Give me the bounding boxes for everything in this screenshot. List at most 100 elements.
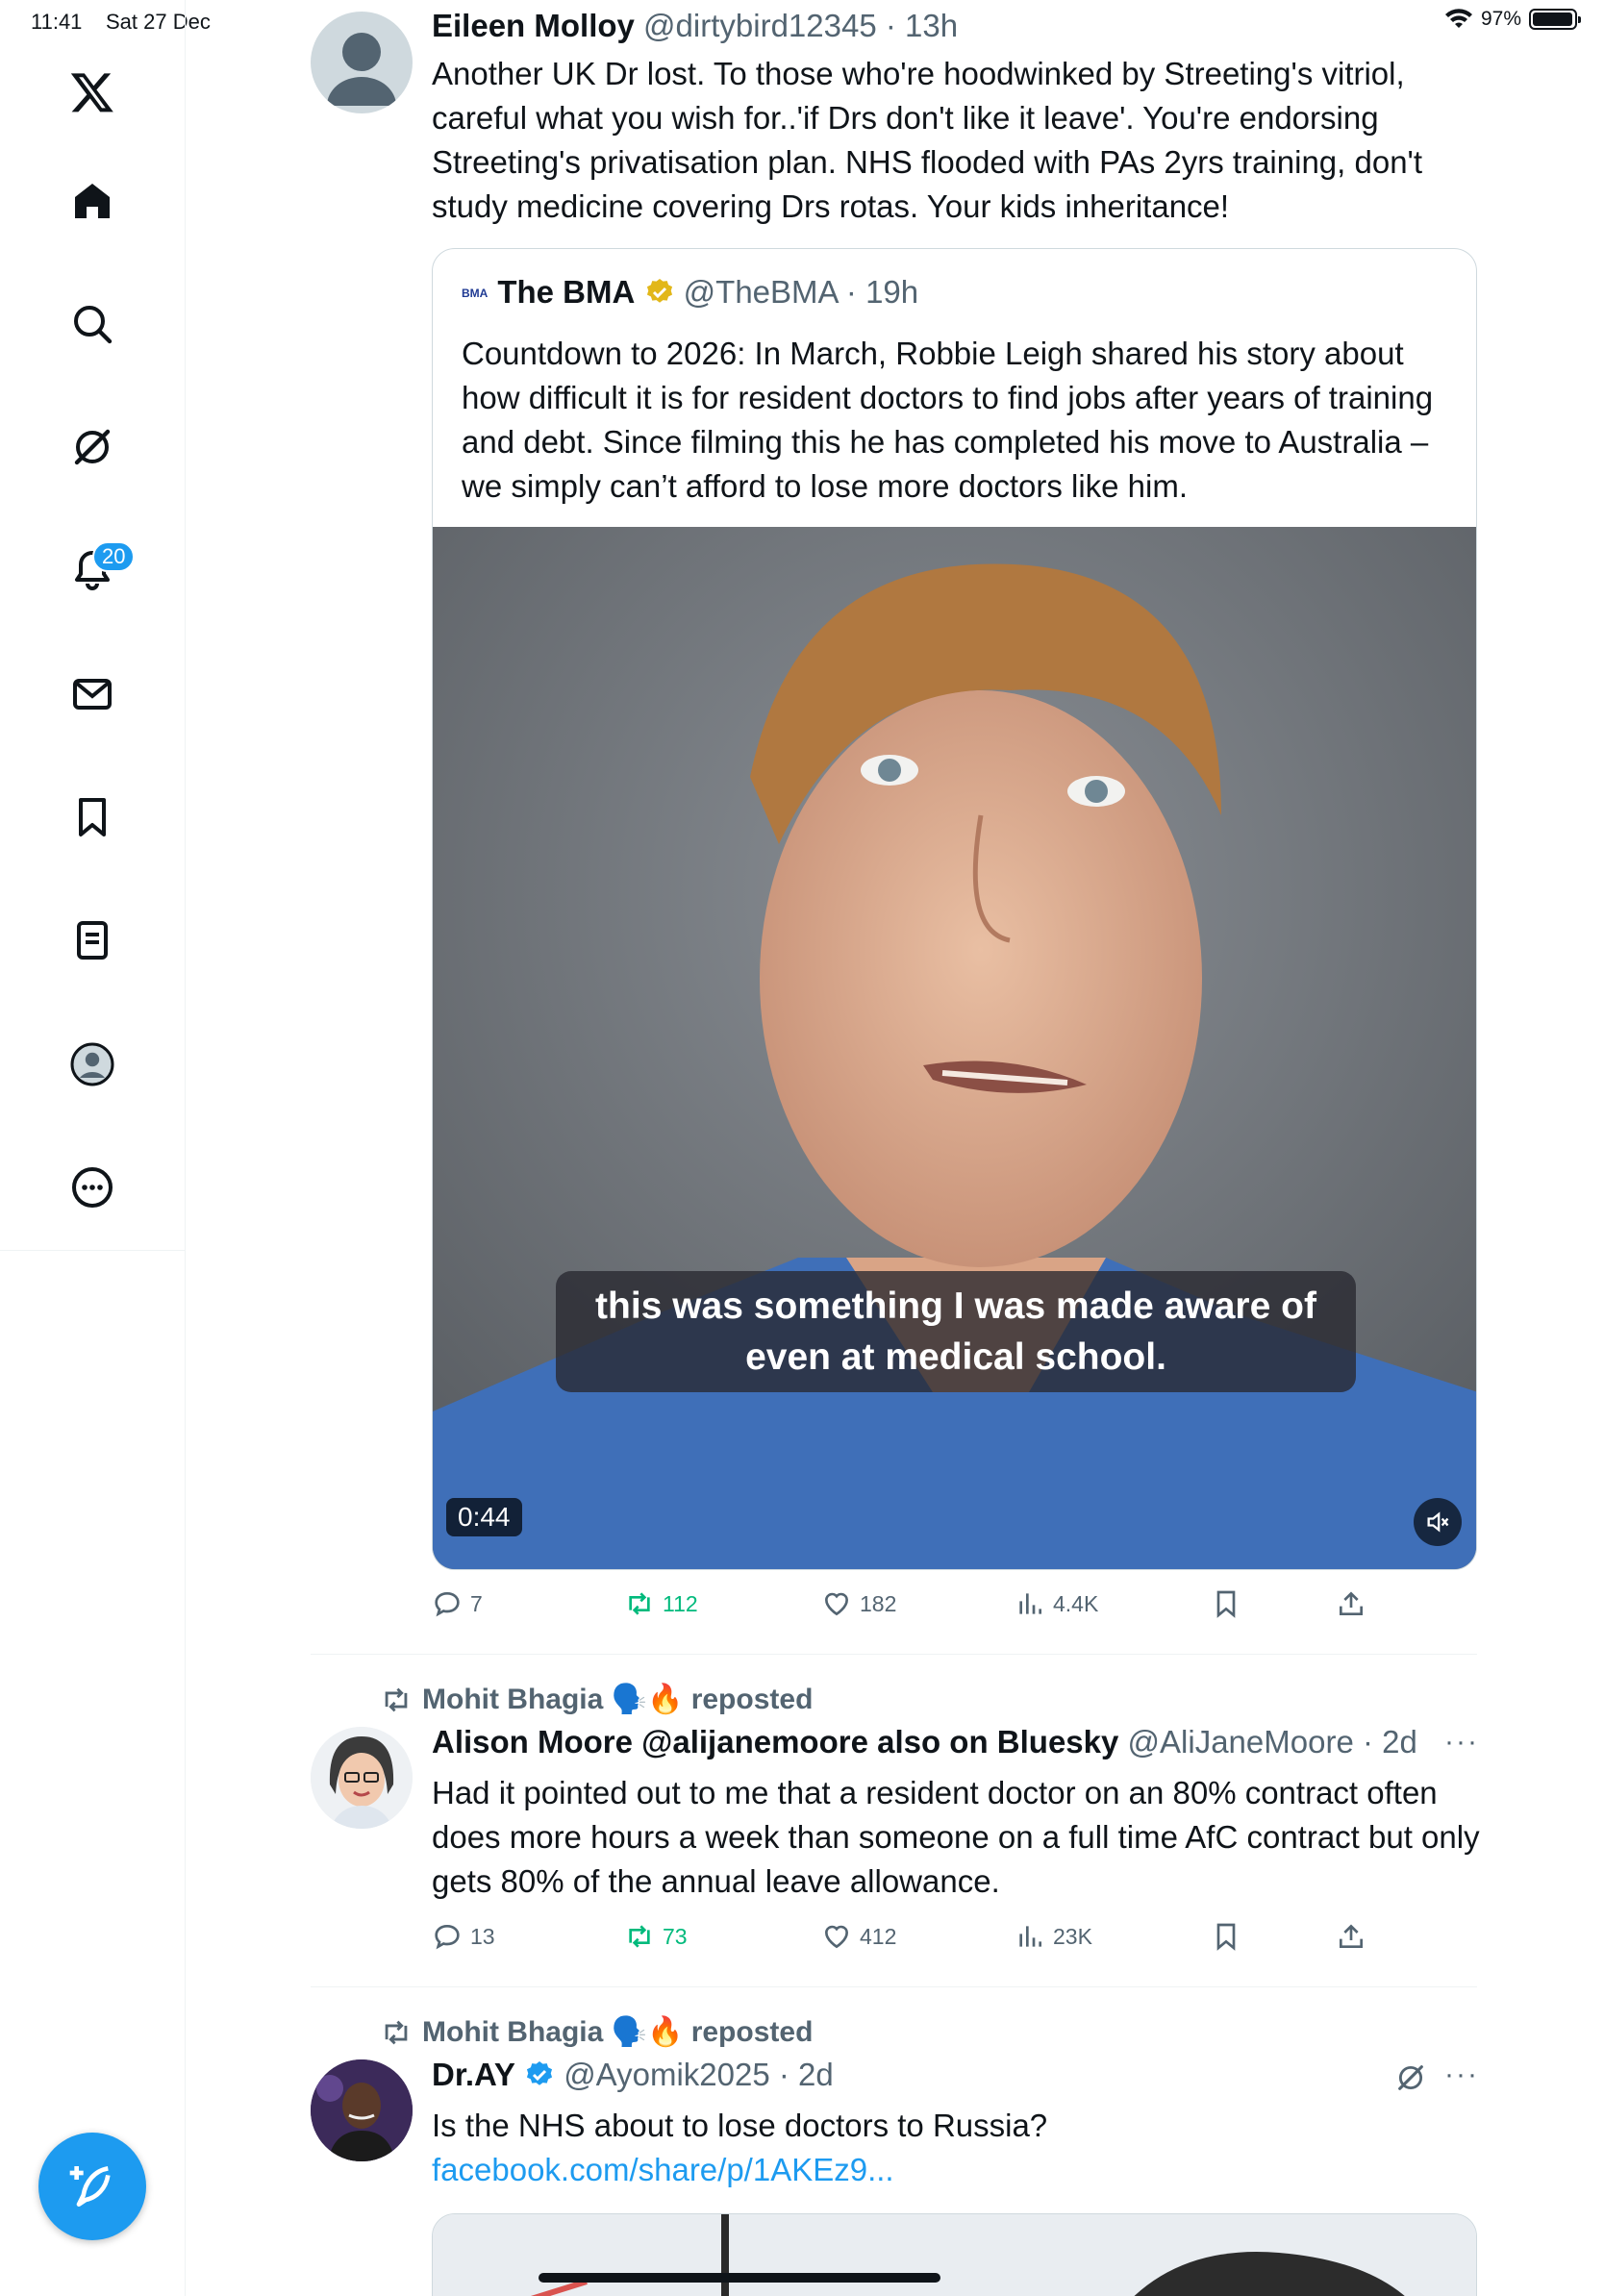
quoted-tweet[interactable]: BMA The BMA @TheBMA · 19h Countdown to 20… <box>432 248 1477 1570</box>
author-name[interactable]: Eileen Molloy <box>432 8 635 43</box>
x-logo[interactable] <box>0 62 185 123</box>
author-handle[interactable]: @dirtybird12345 <box>643 8 877 43</box>
notification-badge: 20 <box>92 541 136 572</box>
views-count: 4.4K <box>1053 1590 1099 1616</box>
sidebar-item-home[interactable] <box>0 170 185 232</box>
reposted-by: Mohit Bhagia 🗣️🔥 reposted <box>422 1684 814 1715</box>
video-frame <box>433 527 1476 1569</box>
quote-time: · 19h <box>845 274 919 310</box>
like-button[interactable]: 412 <box>821 1921 896 1952</box>
views-count: 23K <box>1053 1923 1092 1949</box>
sidebar-divider <box>185 0 186 2296</box>
verified-gold-icon <box>646 279 672 303</box>
avatar-default[interactable] <box>311 12 413 113</box>
like-count: 412 <box>860 1923 897 1949</box>
status-time: 11:41 <box>31 10 83 34</box>
reposted-by: Mohit Bhagia 🗣️🔥 reposted <box>422 2016 814 2048</box>
video-player[interactable]: this was something I was made aware of e… <box>433 527 1476 1569</box>
author-handle[interactable]: @Ayomik2025 <box>564 2057 770 2092</box>
status-indicators: 97% <box>1444 8 1581 31</box>
tweet-text: Is the NHS about to lose doctors to Russ… <box>432 2108 1048 2143</box>
more-circle-icon <box>72 1167 113 1208</box>
speaker-muted-icon <box>1427 1511 1449 1533</box>
bookmark-button[interactable] <box>1211 1588 1241 1619</box>
status-date: Sat 27 Dec <box>106 10 211 34</box>
views-button[interactable]: 23K <box>1015 1921 1092 1952</box>
mail-icon <box>73 679 112 710</box>
sidebar-item-messages[interactable] <box>0 663 185 725</box>
mute-button[interactable] <box>1414 1498 1462 1546</box>
tweet-text: Had it pointed out to me that a resident… <box>432 1775 1480 1899</box>
sidebar-item-grok[interactable] <box>0 416 185 478</box>
author-name[interactable]: Alison Moore @alijanemoore also on Blues… <box>432 1724 1118 1759</box>
sidebar-item-profile[interactable] <box>0 1034 185 1095</box>
tweet-time[interactable]: · 13h <box>886 8 958 43</box>
repost-count: 112 <box>663 1590 698 1616</box>
home-indicator <box>539 2273 940 2283</box>
reply-button[interactable]: 7 <box>432 1588 483 1619</box>
tweet-header: Alison Moore @alijanemoore also on Blues… <box>432 1724 1417 1760</box>
person-photo-avatar <box>311 2059 413 2161</box>
video-caption: this was something I was made aware of e… <box>556 1271 1356 1392</box>
avatar-alison-moore[interactable] <box>311 1727 413 1829</box>
repost-attribution[interactable]: Mohit Bhagia 🗣️🔥 reposted <box>380 1683 813 1716</box>
bookmark-button[interactable] <box>1211 1921 1241 1952</box>
reply-button[interactable]: 13 <box>432 1921 495 1952</box>
grok-icon <box>1398 2065 1423 2090</box>
battery-icon <box>1529 9 1581 30</box>
avatar-dr-ay[interactable] <box>311 2059 413 2161</box>
sidebar-item-bookmarks[interactable] <box>0 786 185 848</box>
tweet-time[interactable]: · 2d <box>1363 1724 1417 1759</box>
compose-button[interactable] <box>38 2133 146 2240</box>
tweet-text: Another UK Dr lost. To those who're hood… <box>432 56 1423 224</box>
reply-count: 13 <box>470 1923 495 1949</box>
sidebar-item-notifications[interactable]: 20 <box>0 539 185 601</box>
share-button[interactable] <box>1336 1588 1366 1619</box>
wifi-icon <box>1444 9 1472 28</box>
grok-icon <box>74 429 111 465</box>
quote-text: Countdown to 2026: In March, Robbie Leig… <box>462 336 1434 504</box>
more-options-button[interactable]: ··· <box>1444 2059 1479 2091</box>
tweet-header: Dr.AY @Ayomik2025 · 2d <box>432 2057 834 2093</box>
video-duration: 0:44 <box>446 1498 522 1536</box>
views-button[interactable]: 4.4K <box>1015 1588 1098 1619</box>
search-icon <box>74 306 113 344</box>
share-button[interactable] <box>1336 1921 1366 1952</box>
share-icon <box>1340 1591 1363 1615</box>
tweet-divider <box>311 1986 1477 1987</box>
repost-button[interactable]: 73 <box>624 1921 688 1952</box>
reply-icon <box>435 1591 460 1617</box>
heart-icon <box>824 1925 849 1949</box>
repost-icon <box>629 1592 650 1615</box>
default-avatar-icon <box>327 33 396 106</box>
author-handle[interactable]: @AliJaneMoore <box>1128 1724 1354 1759</box>
like-count: 182 <box>860 1590 897 1616</box>
repost-attribution[interactable]: Mohit Bhagia 🗣️🔥 reposted <box>380 2015 813 2049</box>
tweet-link[interactable]: facebook.com/share/p/1AKEz9... <box>432 2148 1490 2192</box>
quote-header: BMA The BMA @TheBMA · 19h <box>462 274 918 311</box>
tweet-header: Eileen Molloy @dirtybird12345 · 13h <box>432 8 958 44</box>
repost-count: 73 <box>663 1923 688 1949</box>
tweet-actions: 13 73 412 23K <box>432 1921 1477 1963</box>
repost-button[interactable]: 112 <box>624 1588 698 1619</box>
tweet-time[interactable]: · 2d <box>779 2057 834 2092</box>
sidebar-item-explore[interactable] <box>0 293 185 355</box>
verified-blue-icon <box>526 2061 553 2085</box>
tweet-divider <box>311 1654 1477 1655</box>
home-icon <box>75 184 110 218</box>
reply-count: 7 <box>470 1590 483 1616</box>
more-options-button[interactable]: ··· <box>1444 1726 1479 1759</box>
share-icon <box>1340 1924 1363 1948</box>
lists-icon <box>77 921 108 960</box>
grok-explain-button[interactable] <box>1394 2061 1427 2099</box>
sidebar-item-lists[interactable] <box>0 910 185 971</box>
quote-author-name: The BMA <box>497 274 636 310</box>
link-preview-card[interactable] <box>432 2213 1477 2296</box>
sidebar-item-more[interactable] <box>0 1157 185 1218</box>
profile-avatar-icon <box>70 1042 114 1086</box>
like-button[interactable]: 182 <box>821 1588 896 1619</box>
bookmark-icon <box>1216 1590 1236 1618</box>
author-name[interactable]: Dr.AY <box>432 2057 515 2092</box>
repost-small-icon <box>385 1687 408 1711</box>
bma-logo: BMA <box>462 287 489 300</box>
